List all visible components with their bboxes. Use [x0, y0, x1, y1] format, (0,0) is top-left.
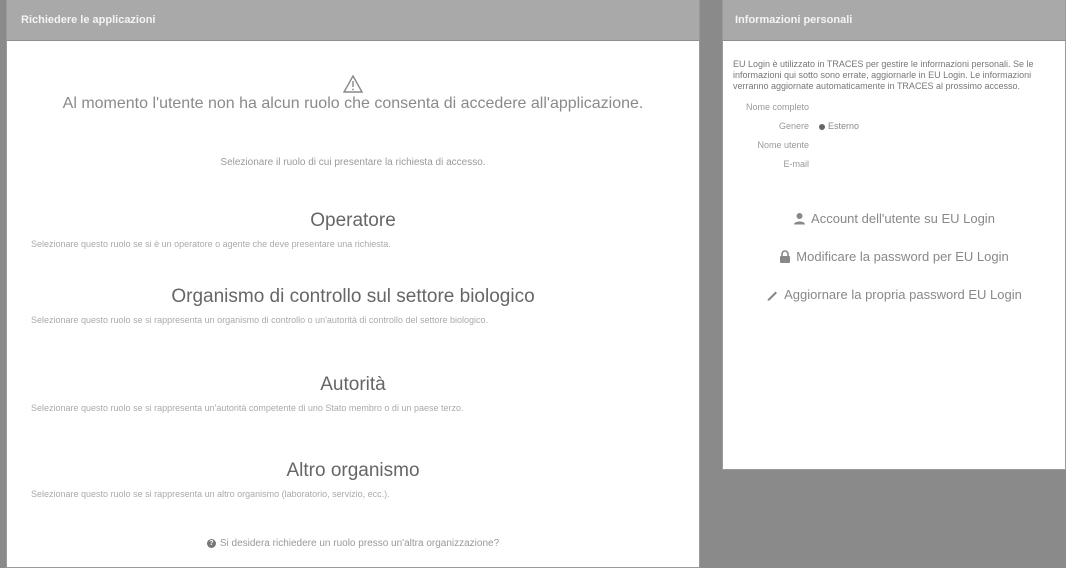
- field-row-full-name: Nome completo: [733, 102, 1065, 113]
- field-label: Nome completo: [745, 102, 809, 112]
- gender-radio-icon: [819, 123, 825, 130]
- warning-icon: [343, 75, 363, 93]
- change-password-link[interactable]: Modificare la password per EU Login: [737, 248, 1051, 266]
- personal-info-panel: Informazioni personali EU Login è utiliz…: [722, 0, 1066, 470]
- update-mobile-password-label[interactable]: Aggiornare la propria password EU Login: [784, 287, 1022, 302]
- role-option-operatore[interactable]: Operatore Selezionare questo ruolo se si…: [7, 210, 699, 250]
- field-label: Genere: [778, 121, 809, 131]
- field-label: E-mail: [783, 159, 809, 169]
- role-title[interactable]: Autorità: [7, 374, 699, 396]
- update-mobile-password-link[interactable]: Aggiornare la propria password EU Login: [737, 286, 1051, 304]
- panel-header-personal-info: Informazioni personali: [723, 0, 1065, 41]
- personal-info-fields: Nome completo Genere Esterno Nome utente…: [733, 102, 1065, 170]
- eu-login-account-label[interactable]: Account dell'utente su EU Login: [811, 211, 995, 226]
- role-title[interactable]: Operatore: [7, 210, 699, 232]
- question-icon: ?: [206, 538, 216, 548]
- footer-question-text[interactable]: Si desidera richiedere un ruolo presso u…: [220, 538, 499, 549]
- field-row-username: Nome utente: [733, 140, 1065, 151]
- other-organisation-link[interactable]: ? Si desidera richiedere un ruolo presso …: [7, 538, 699, 549]
- eu-login-account-link[interactable]: Account dell'utente su EU Login: [737, 210, 1051, 228]
- select-role-hint: Selezionare il ruolo di cui presentare l…: [220, 157, 486, 168]
- gender-value: Esterno: [828, 121, 860, 131]
- field-value: Esterno: [819, 121, 859, 132]
- user-icon: [794, 213, 806, 225]
- lock-icon: [780, 250, 791, 263]
- no-role-message: Al momento l'utente non ha alcun ruolo c…: [62, 95, 644, 112]
- role-option-altro-organismo[interactable]: Altro organismo Selezionare questo ruolo…: [7, 460, 699, 500]
- role-title[interactable]: Organismo di controllo sul settore biolo…: [7, 286, 699, 308]
- role-title[interactable]: Altro organismo: [7, 460, 699, 482]
- change-password-label[interactable]: Modificare la password per EU Login: [796, 249, 1008, 264]
- role-description: Selezionare questo ruolo se si rappresen…: [31, 403, 464, 413]
- pencil-icon: [767, 291, 778, 301]
- panel-header-request-applications: Richiedere le applicazioni: [7, 0, 699, 41]
- field-row-email: E-mail: [733, 159, 1065, 170]
- role-description: Selezionare questo ruolo se si è un oper…: [31, 239, 391, 249]
- role-option-organic-control-body[interactable]: Organismo di controllo sul settore biolo…: [7, 286, 699, 326]
- field-label: Nome utente: [757, 140, 809, 150]
- role-option-autorita[interactable]: Autorità Selezionare questo ruolo se si …: [7, 374, 699, 414]
- field-row-gender: Genere Esterno: [733, 121, 1065, 132]
- request-applications-panel: Richiedere le applicazioni Al momento l'…: [6, 0, 700, 568]
- personal-info-intro: EU Login è utilizzato in TRACES per gest…: [733, 59, 1034, 91]
- role-description: Selezionare questo ruolo se si rappresen…: [31, 489, 390, 499]
- role-description: Selezionare questo ruolo se si rappresen…: [31, 315, 488, 325]
